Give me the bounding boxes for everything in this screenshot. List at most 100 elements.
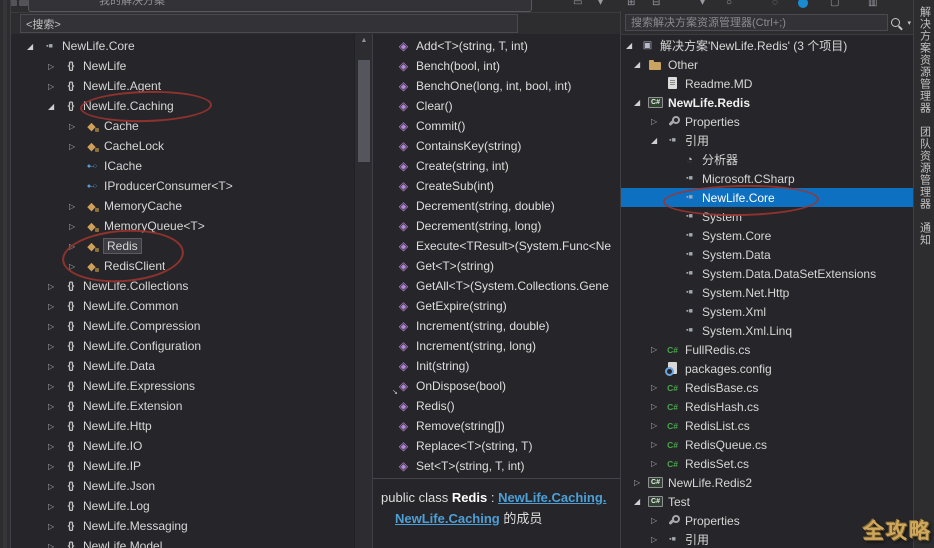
expander-collapsed-icon[interactable] (651, 440, 664, 449)
member-item[interactable]: Commit() (373, 116, 621, 136)
tree-item[interactable]: MemoryCache (11, 196, 354, 216)
expander-collapsed-icon[interactable] (48, 522, 62, 531)
tree-item[interactable]: NewLife.Core (621, 188, 914, 207)
object-browser-search-input[interactable] (20, 14, 518, 33)
refresh-icon[interactable]: ○ (726, 0, 732, 8)
tree-item[interactable]: NewLife.Agent (11, 76, 354, 96)
chevron-down-icon[interactable]: ▾ (700, 0, 705, 8)
expander-collapsed-icon[interactable] (48, 402, 62, 411)
expander-expanded-icon[interactable] (626, 41, 639, 50)
tree-item[interactable]: Test (621, 492, 914, 511)
toolbar-icon[interactable]: ◌ (772, 0, 778, 8)
vertical-tab[interactable]: 解决方案资源管理器 (917, 6, 933, 114)
tree-item[interactable]: NewLife.Expressions (11, 376, 354, 396)
base-type-link[interactable]: NewLife.Caching. (498, 490, 606, 505)
expander-collapsed-icon[interactable] (48, 322, 62, 331)
search-icon[interactable] (891, 18, 900, 27)
chevron-down-icon[interactable]: ▾ (598, 0, 603, 8)
tree-item[interactable]: Properties (621, 112, 914, 131)
tree-item[interactable]: NewLife.Data (11, 356, 354, 376)
member-item[interactable]: Set<T>(string, T, int) (373, 456, 621, 476)
expander-expanded-icon[interactable] (651, 136, 664, 145)
expander-collapsed-icon[interactable] (48, 82, 62, 91)
tree-item[interactable]: NewLife.Redis2 (621, 473, 914, 492)
namespace-link[interactable]: NewLife.Caching (395, 511, 500, 526)
expander-collapsed-icon[interactable] (69, 142, 83, 151)
expander-collapsed-icon[interactable] (69, 242, 83, 251)
tree-item[interactable]: Cache (11, 116, 354, 136)
expander-collapsed-icon[interactable] (651, 383, 664, 392)
expander-collapsed-icon[interactable] (69, 122, 83, 131)
member-item[interactable]: Replace<T>(string, T) (373, 436, 621, 456)
expander-collapsed-icon[interactable] (69, 262, 83, 271)
sync-active-document-icon[interactable] (798, 0, 808, 8)
toolbar-icon[interactable]: ▭ (573, 0, 582, 8)
tree-item[interactable]: NewLife.IP (11, 456, 354, 476)
tree-item[interactable]: NewLife.Core (11, 36, 354, 56)
expander-collapsed-icon[interactable] (651, 535, 664, 544)
scrollbar-thumb[interactable] (358, 60, 370, 162)
expander-collapsed-icon[interactable] (48, 302, 62, 311)
tree-item[interactable]: NewLife.Http (11, 416, 354, 436)
expander-collapsed-icon[interactable] (48, 442, 62, 451)
expander-collapsed-icon[interactable] (69, 202, 83, 211)
tree-item[interactable]: Microsoft.CSharp (621, 169, 914, 188)
member-item[interactable]: Clear() (373, 96, 621, 116)
tree-item[interactable]: NewLife.Extension (11, 396, 354, 416)
tree-item[interactable]: Redis (11, 236, 354, 256)
expander-collapsed-icon[interactable] (48, 422, 62, 431)
tree-item[interactable]: CacheLock (11, 136, 354, 156)
tree-item[interactable]: System.Xml.Linq (621, 321, 914, 340)
vertical-scrollbar[interactable]: ▲ (354, 34, 373, 548)
tree-item[interactable]: System.Data.DataSetExtensions (621, 264, 914, 283)
tree-item[interactable]: NewLife.Common (11, 296, 354, 316)
member-item[interactable]: OnDispose(bool) (373, 376, 621, 396)
tree-item[interactable]: NewLife.Log (11, 496, 354, 516)
expander-collapsed-icon[interactable] (48, 282, 62, 291)
expander-collapsed-icon[interactable] (48, 62, 62, 71)
tree-item[interactable]: NewLife.Redis (621, 93, 914, 112)
tree-item[interactable]: System (621, 207, 914, 226)
tree-item[interactable]: Other (621, 55, 914, 74)
tree-item[interactable]: RedisList.cs (621, 416, 914, 435)
member-item[interactable]: Add<T>(string, T, int) (373, 36, 621, 56)
expander-expanded-icon[interactable] (27, 42, 41, 51)
vertical-tab[interactable]: 通知 (917, 222, 933, 246)
expander-collapsed-icon[interactable] (651, 459, 664, 468)
expander-collapsed-icon[interactable] (48, 542, 62, 548)
tree-item[interactable]: 解决方案'NewLife.Redis' (3 个项目) (621, 36, 914, 55)
member-item[interactable]: Get<T>(string) (373, 256, 621, 276)
expander-collapsed-icon[interactable] (651, 402, 664, 411)
expander-expanded-icon[interactable] (634, 98, 647, 107)
tree-item[interactable]: NewLife.Collections (11, 276, 354, 296)
member-item[interactable]: Increment(string, long) (373, 336, 621, 356)
expander-collapsed-icon[interactable] (634, 478, 647, 487)
member-item[interactable]: CreateSub(int) (373, 176, 621, 196)
expander-collapsed-icon[interactable] (48, 342, 62, 351)
tree-item[interactable]: System.Net.Http (621, 283, 914, 302)
tree-item[interactable]: 引用 (621, 131, 914, 150)
expander-collapsed-icon[interactable] (69, 222, 83, 231)
member-item[interactable]: BenchOne(long, int, bool, int) (373, 76, 621, 96)
expander-collapsed-icon[interactable] (651, 421, 664, 430)
expander-collapsed-icon[interactable] (48, 362, 62, 371)
toolbar-icon[interactable]: ⊟ (652, 0, 660, 8)
tree-item[interactable]: NewLife.Caching (11, 96, 354, 116)
tree-item[interactable]: IProducerConsumer<T> (11, 176, 354, 196)
toolbar-icon[interactable]: ⊞ (627, 0, 635, 8)
vertical-tab[interactable]: 团队资源管理器 (917, 126, 933, 210)
tree-item[interactable]: NewLife.Messaging (11, 516, 354, 536)
expander-collapsed-icon[interactable] (651, 345, 664, 354)
solution-explorer-search-input[interactable] (625, 14, 888, 31)
member-item[interactable]: Bench(bool, int) (373, 56, 621, 76)
member-item[interactable]: Redis() (373, 396, 621, 416)
toolbar-icon[interactable]: ▢ (830, 0, 839, 8)
expander-expanded-icon[interactable] (634, 60, 647, 69)
tree-item[interactable]: System.Data (621, 245, 914, 264)
tree-item[interactable]: NewLife.Model (11, 536, 354, 548)
expander-collapsed-icon[interactable] (48, 462, 62, 471)
tree-item[interactable]: Readme.MD (621, 74, 914, 93)
member-item[interactable]: Increment(string, double) (373, 316, 621, 336)
tree-item[interactable]: System.Xml (621, 302, 914, 321)
tree-item[interactable]: System.Core (621, 226, 914, 245)
